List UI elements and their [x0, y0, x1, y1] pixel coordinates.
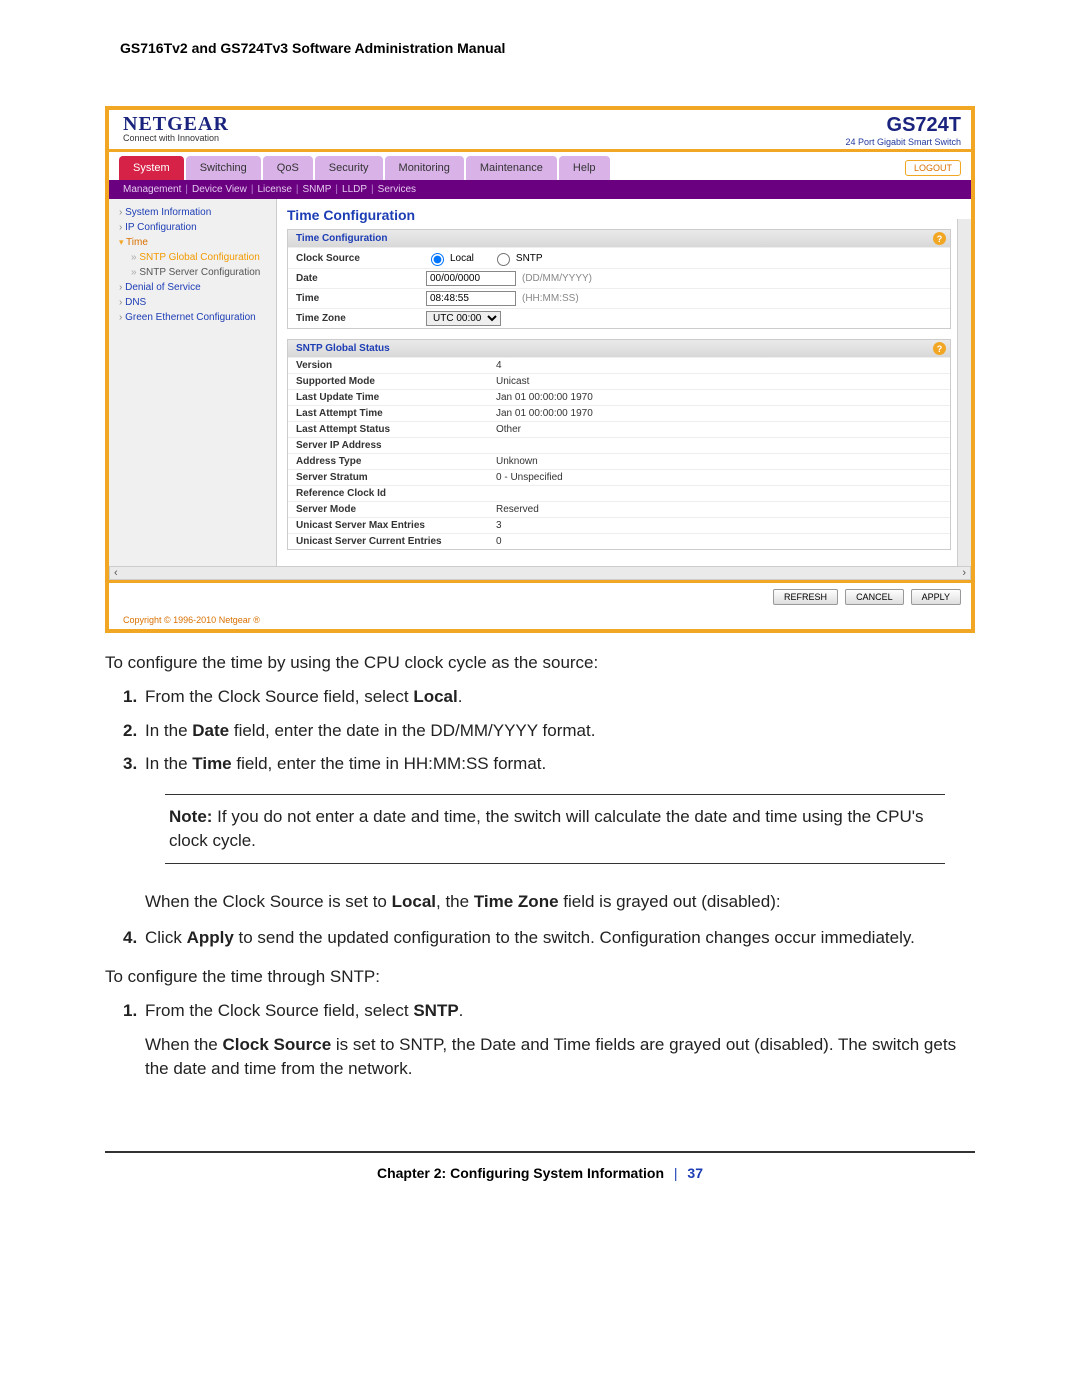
status-value: 4	[496, 360, 502, 371]
help-icon[interactable]: ?	[933, 232, 946, 245]
status-value: Unicast	[496, 376, 529, 387]
status-label: Address Type	[296, 456, 496, 467]
logout-button[interactable]: LOGOUT	[905, 160, 961, 176]
clock-source-label: Clock Source	[296, 253, 426, 264]
radio-sntp[interactable]: SNTP	[492, 250, 543, 266]
screenshot-frame: NETGEAR Connect with Innovation GS724T 2…	[105, 106, 975, 633]
time-hint: (HH:MM:SS)	[522, 293, 579, 304]
panel-time-configuration: Time Configuration ? Clock Source Local …	[287, 229, 951, 329]
status-value: Reserved	[496, 504, 539, 515]
status-label: Reference Clock Id	[296, 488, 496, 499]
status-label: Server Stratum	[296, 472, 496, 483]
status-label: Unicast Server Max Entries	[296, 520, 496, 531]
main-tabs: System Switching QoS Security Monitoring…	[119, 156, 610, 180]
nav-time[interactable]: Time	[115, 235, 270, 250]
scroll-left-icon[interactable]: ‹	[114, 567, 118, 579]
manual-header: GS716Tv2 and GS724Tv3 Software Administr…	[120, 40, 1000, 56]
status-row: Unicast Server Current Entries0	[288, 533, 950, 549]
tab-system[interactable]: System	[119, 156, 184, 180]
date-input[interactable]	[426, 271, 516, 286]
status-row: Supported ModeUnicast	[288, 373, 950, 389]
status-value: Jan 01 00:00:00 1970	[496, 392, 593, 403]
copyright-text: Copyright © 1996-2010 Netgear ®	[109, 611, 971, 629]
tz-label: Time Zone	[296, 313, 426, 324]
subtab-services[interactable]: Services	[378, 184, 416, 195]
nav-sntp-server-config[interactable]: SNTP Server Configuration	[115, 265, 270, 280]
tab-help[interactable]: Help	[559, 156, 610, 180]
note-block: Note: If you do not enter a date and tim…	[165, 794, 945, 864]
status-row: Address TypeUnknown	[288, 453, 950, 469]
doc-body: To configure the time by using the CPU c…	[105, 651, 975, 1081]
status-row: Reference Clock Id	[288, 485, 950, 501]
panel1-heading: Time Configuration	[296, 233, 387, 244]
status-row: Server ModeReserved	[288, 501, 950, 517]
nav-green-ethernet[interactable]: Green Ethernet Configuration	[115, 310, 270, 325]
tz-select[interactable]: UTC 00:00	[426, 311, 501, 326]
status-value: 0	[496, 536, 502, 547]
status-row: Last Attempt TimeJan 01 00:00:00 1970	[288, 405, 950, 421]
status-label: Version	[296, 360, 496, 371]
nav-sntp-global-config[interactable]: SNTP Global Configuration	[115, 250, 270, 265]
date-label: Date	[296, 273, 426, 284]
status-row: Server Stratum0 - Unspecified	[288, 469, 950, 485]
side-nav: System Information IP Configuration Time…	[109, 199, 277, 566]
content-title: Time Configuration	[287, 207, 951, 223]
panel2-heading: SNTP Global Status	[296, 343, 390, 354]
nav-dns[interactable]: DNS	[115, 295, 270, 310]
subtab-snmp[interactable]: SNMP	[303, 184, 332, 195]
status-label: Server IP Address	[296, 440, 496, 451]
subtab-management[interactable]: Management	[123, 184, 181, 195]
status-value: 3	[496, 520, 502, 531]
nav-ip-configuration[interactable]: IP Configuration	[115, 220, 270, 235]
status-label: Last Attempt Status	[296, 424, 496, 435]
subtab-license[interactable]: License	[257, 184, 291, 195]
nav-denial-of-service[interactable]: Denial of Service	[115, 280, 270, 295]
status-label: Supported Mode	[296, 376, 496, 387]
status-label: Unicast Server Current Entries	[296, 536, 496, 547]
sub-tabs: Management| Device View| License| SNMP| …	[109, 180, 971, 199]
status-label: Last Attempt Time	[296, 408, 496, 419]
subtab-device-view[interactable]: Device View	[192, 184, 247, 195]
help-icon[interactable]: ?	[933, 342, 946, 355]
status-row: Version4	[288, 357, 950, 373]
netgear-logo: NETGEAR Connect with Innovation	[123, 114, 229, 147]
status-row: Last Update TimeJan 01 00:00:00 1970	[288, 389, 950, 405]
tab-security[interactable]: Security	[315, 156, 383, 180]
status-label: Last Update Time	[296, 392, 496, 403]
scroll-right-icon[interactable]: ›	[962, 567, 966, 579]
radio-local[interactable]: Local	[426, 250, 474, 266]
panel-sntp-status: SNTP Global Status ? Version4Supported M…	[287, 339, 951, 550]
status-value: Jan 01 00:00:00 1970	[496, 408, 593, 419]
after-note: When the Clock Source is set to Local, t…	[145, 890, 975, 914]
time-input[interactable]	[426, 291, 516, 306]
status-label: Server Mode	[296, 504, 496, 515]
model-box: GS724T 24 Port Gigabit Smart Switch	[845, 114, 961, 147]
nav-system-information[interactable]: System Information	[115, 205, 270, 220]
tab-monitoring[interactable]: Monitoring	[385, 156, 464, 180]
status-value: Other	[496, 424, 521, 435]
status-row: Last Attempt StatusOther	[288, 421, 950, 437]
status-row: Unicast Server Max Entries3	[288, 517, 950, 533]
tab-qos[interactable]: QoS	[263, 156, 313, 180]
time-label: Time	[296, 293, 426, 304]
status-value: 0 - Unspecified	[496, 472, 563, 483]
cancel-button[interactable]: CANCEL	[845, 589, 904, 605]
date-hint: (DD/MM/YYYY)	[522, 273, 592, 284]
page-footer: Chapter 2: Configuring System Informatio…	[105, 1151, 975, 1181]
status-value: Unknown	[496, 456, 538, 467]
horizontal-scrollbar[interactable]: ‹ ›	[109, 566, 971, 580]
lead-2: To configure the time through SNTP:	[105, 965, 975, 989]
status-row: Server IP Address	[288, 437, 950, 453]
refresh-button[interactable]: REFRESH	[773, 589, 838, 605]
tab-maintenance[interactable]: Maintenance	[466, 156, 557, 180]
vertical-scrollbar[interactable]	[957, 219, 971, 566]
tab-switching[interactable]: Switching	[186, 156, 261, 180]
apply-button[interactable]: APPLY	[911, 589, 961, 605]
lead-1: To configure the time by using the CPU c…	[105, 651, 975, 675]
subtab-lldp[interactable]: LLDP	[342, 184, 367, 195]
